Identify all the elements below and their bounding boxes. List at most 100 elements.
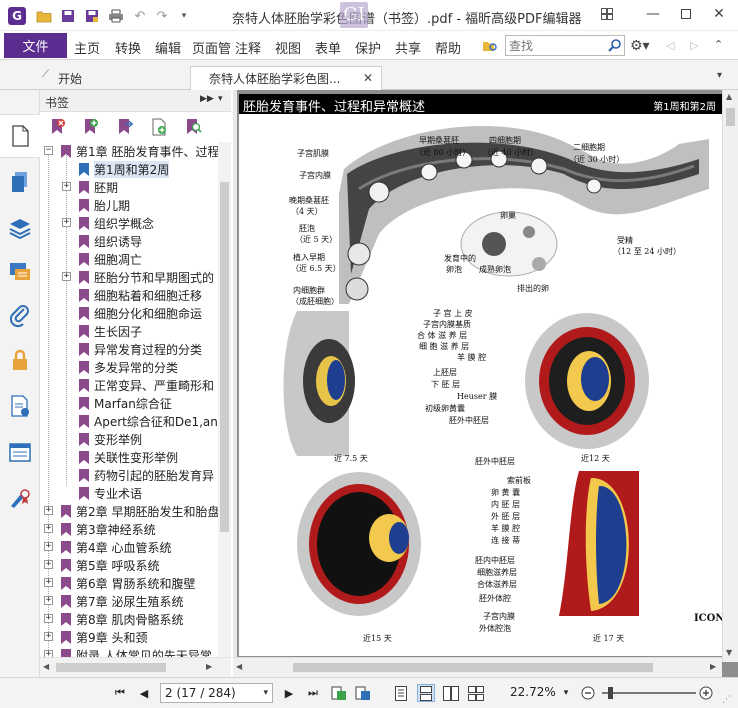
expand-node-icon[interactable]: +	[44, 542, 53, 551]
viewer-vertical-scrollbar[interactable]: ▲ ▼	[722, 90, 738, 662]
expand-node-icon[interactable]: +	[44, 506, 53, 515]
file-menu-tab[interactable]: 文件	[4, 33, 67, 58]
add-page-bookmark-icon[interactable]	[150, 118, 168, 136]
bookmark-subitem[interactable]: 细胞分化和细胞命运	[40, 304, 218, 322]
page-dropdown-icon[interactable]: ▾	[263, 684, 268, 702]
maximize-button[interactable]	[673, 3, 699, 25]
bookmark-subitem[interactable]: 多发异常的分类	[40, 358, 218, 376]
page-info-icon[interactable]	[8, 394, 32, 418]
previous-page-icon[interactable]: ◀	[136, 685, 152, 701]
find-folder-icon[interactable]	[482, 39, 498, 53]
security-lock-icon[interactable]	[8, 348, 32, 372]
single-page-view-icon[interactable]	[393, 685, 409, 701]
delete-bookmark-icon[interactable]	[49, 118, 67, 136]
vscroll-thumb[interactable]	[726, 108, 735, 126]
expand-node-icon[interactable]: +	[62, 182, 71, 191]
bookmark-chapter-item[interactable]: + 附录 人体常见的先天异常	[40, 646, 218, 657]
collapse-node-icon[interactable]: −	[44, 146, 53, 155]
move-bookmark-icon[interactable]	[116, 118, 134, 136]
expand-node-icon[interactable]: +	[62, 218, 71, 227]
next-page-icon[interactable]: ▶	[281, 685, 297, 701]
bookmark-subitem[interactable]: 第1周和第2周	[40, 160, 218, 178]
minimize-button[interactable]: —	[640, 3, 666, 25]
vscroll-down-icon[interactable]: ▼	[726, 648, 732, 657]
bookmark-horizontal-scrollbar[interactable]: ◀ ▶	[40, 657, 231, 677]
bookmark-chapter-item[interactable]: + 第8章 肌肉骨骼系统	[40, 610, 218, 628]
ribbon-collapse-icon[interactable]: ⌃	[714, 38, 723, 51]
bookmarks-panel-icon[interactable]	[8, 124, 32, 148]
zoom-out-button[interactable]	[580, 685, 596, 701]
tab-start[interactable]: 开始	[58, 66, 82, 90]
bookmark-subitem[interactable]: 细胞凋亡	[40, 250, 218, 268]
save-as-icon[interactable]	[83, 7, 101, 25]
bookmark-subitem[interactable]: Apert综合征和De1,an	[40, 412, 218, 430]
zoom-slider[interactable]	[602, 687, 696, 699]
menu-page-manage[interactable]: 页面管	[192, 38, 232, 57]
print-icon[interactable]	[107, 7, 125, 25]
splitter-handle[interactable]	[233, 90, 237, 677]
bookmark-subitem[interactable]: 关联性变形举例	[40, 448, 218, 466]
layers-icon[interactable]	[8, 216, 32, 240]
redo-icon[interactable]: ↷	[153, 7, 171, 25]
bookmark-chapter-item[interactable]: + 第5章 呼吸系统	[40, 556, 218, 574]
hscroll-thumb[interactable]	[293, 663, 653, 672]
zoom-slider-handle[interactable]	[608, 687, 613, 699]
expand-node-icon[interactable]: +	[44, 632, 53, 641]
expand-node-icon[interactable]: +	[44, 614, 53, 623]
continuous-view-icon[interactable]	[417, 684, 435, 702]
bookmark-subitem[interactable]: + 组织学概念	[40, 214, 218, 232]
bookmark-hscroll-thumb[interactable]	[56, 663, 166, 672]
bookmark-hscroll-left-icon[interactable]: ◀	[43, 662, 49, 671]
bookmark-subitem[interactable]: 变形举例	[40, 430, 218, 448]
expand-node-icon[interactable]: +	[44, 596, 53, 605]
restore-layout-icon[interactable]	[594, 3, 620, 25]
menu-protect[interactable]: 保护	[355, 38, 381, 57]
save-icon[interactable]	[59, 7, 77, 25]
previous-view-icon[interactable]	[331, 685, 347, 701]
vscroll-up-icon[interactable]: ▲	[726, 92, 732, 101]
viewer-horizontal-scrollbar[interactable]: ◀ ▶	[233, 657, 722, 677]
expand-node-icon[interactable]: +	[44, 524, 53, 533]
search-input[interactable]	[506, 36, 601, 55]
nav-back-icon[interactable]: ◁	[666, 39, 674, 52]
signatures-icon[interactable]	[8, 486, 32, 510]
bookmark-subitem[interactable]: 细胞粘着和细胞迁移	[40, 286, 218, 304]
menu-convert[interactable]: 转换	[115, 38, 141, 57]
menu-help[interactable]: 帮助	[435, 38, 461, 57]
open-folder-icon[interactable]	[35, 7, 53, 25]
zoom-in-button[interactable]	[698, 685, 714, 701]
comments-icon[interactable]	[8, 260, 32, 284]
menu-comment[interactable]: 注释	[235, 38, 261, 57]
search-field[interactable]	[505, 35, 625, 56]
settings-gear-icon[interactable]: ⚙▾	[630, 38, 650, 54]
bookmark-subitem[interactable]: Marfan综合征	[40, 394, 218, 412]
page-number-field[interactable]: 2 (17 / 284) ▾	[160, 683, 273, 703]
bookmark-subitem[interactable]: + 胚胎分节和早期图式的	[40, 268, 218, 286]
bookmark-chapter-item[interactable]: + 第2章 早期胚胎发生和胎盘	[40, 502, 218, 520]
add-bookmark-icon[interactable]	[82, 118, 100, 136]
undo-icon[interactable]: ↶	[131, 7, 149, 25]
form-fields-icon[interactable]	[8, 440, 32, 464]
bookmark-chapter-item[interactable]: + 第7章 泌尿生殖系统	[40, 592, 218, 610]
customize-qat-icon[interactable]: ▾	[175, 7, 193, 25]
bookmark-subitem[interactable]: 专业术语	[40, 484, 218, 502]
hscroll-right-icon[interactable]: ▶	[710, 662, 716, 671]
tab-scroll-left-icon[interactable]: ⟋	[42, 69, 49, 80]
close-tab-icon[interactable]: ✕	[363, 71, 373, 85]
close-window-button[interactable]: ✕	[706, 3, 732, 25]
tab-list-icon[interactable]: ▾	[717, 70, 722, 81]
bookmark-subitem[interactable]: 正常变异、严重畸形和	[40, 376, 218, 394]
find-bookmark-icon[interactable]	[184, 118, 202, 136]
bookmark-vertical-scrollbar[interactable]	[218, 142, 231, 657]
nav-forward-icon[interactable]: ▷	[690, 39, 698, 52]
menu-share[interactable]: 共享	[395, 38, 421, 57]
app-logo-icon[interactable]: G	[8, 7, 26, 25]
bookmark-subitem[interactable]: 生长因子	[40, 322, 218, 340]
hscroll-left-icon[interactable]: ◀	[236, 662, 242, 671]
menu-view[interactable]: 视图	[275, 38, 301, 57]
panel-collapse-icon[interactable]: ▶▶	[200, 94, 214, 104]
first-page-icon[interactable]: ⏮	[112, 685, 128, 701]
last-page-icon[interactable]: ⏭	[305, 685, 321, 701]
zoom-dropdown-icon[interactable]: ▾	[558, 685, 574, 701]
bookmark-scroll-thumb[interactable]	[220, 182, 229, 532]
